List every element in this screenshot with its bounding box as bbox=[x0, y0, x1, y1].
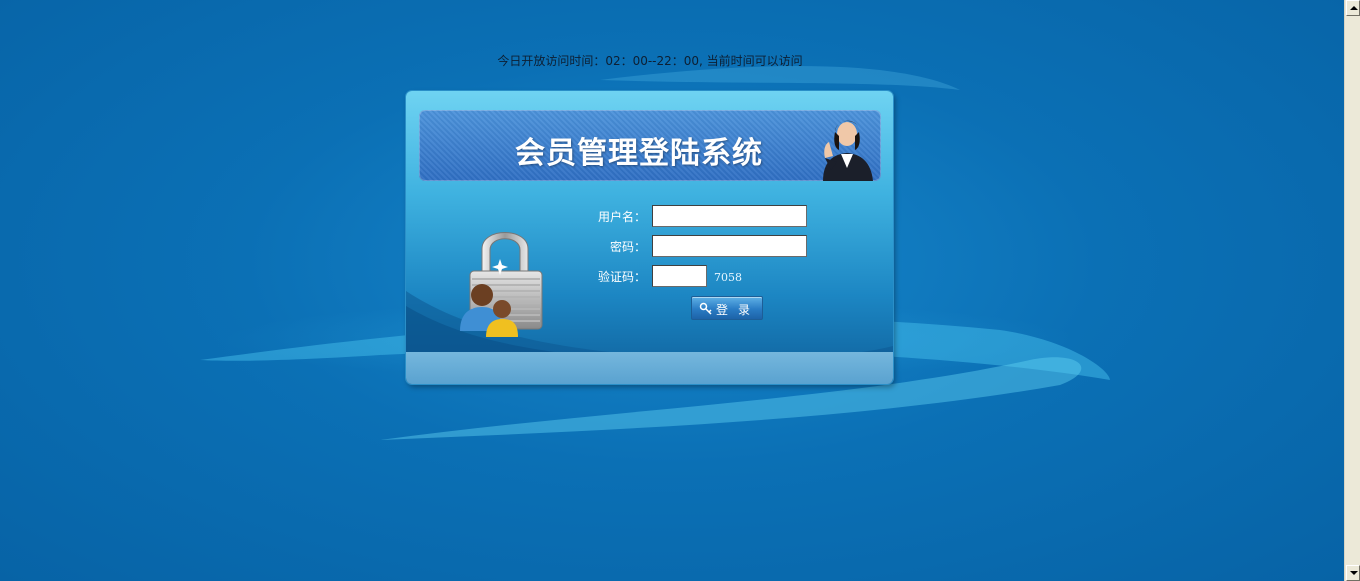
lock-users-icon bbox=[460, 232, 543, 337]
system-title: 会员管理登陆系统 bbox=[515, 136, 763, 171]
password-label: 密码： bbox=[609, 240, 646, 254]
customer-service-person-icon bbox=[823, 120, 873, 181]
arrow-down-icon bbox=[1350, 571, 1358, 575]
access-time-notice: 今日开放访问时间：02：00--22：00, 当前时间可以访问 bbox=[497, 54, 803, 68]
login-panel: 会员管理登陆系统 用户名： 密码： 验证码： 7058 登录 bbox=[406, 91, 893, 384]
username-input[interactable] bbox=[652, 205, 807, 227]
username-label: 用户名： bbox=[597, 210, 646, 224]
login-button[interactable]: 登录 bbox=[691, 296, 763, 320]
scroll-up-button[interactable] bbox=[1346, 0, 1360, 16]
vertical-scrollbar[interactable] bbox=[1344, 0, 1360, 581]
captcha-input[interactable] bbox=[652, 265, 707, 287]
scroll-down-button[interactable] bbox=[1346, 565, 1360, 581]
panel-bottom-band bbox=[406, 352, 893, 384]
password-input[interactable] bbox=[652, 235, 807, 257]
captcha-label: 验证码： bbox=[597, 270, 646, 284]
arrow-up-icon bbox=[1350, 6, 1358, 10]
login-button-label: 登录 bbox=[716, 303, 761, 317]
captcha-code[interactable]: 7058 bbox=[714, 271, 742, 284]
key-icon bbox=[699, 302, 712, 315]
title-banner: 会员管理登陆系统 bbox=[419, 110, 881, 181]
